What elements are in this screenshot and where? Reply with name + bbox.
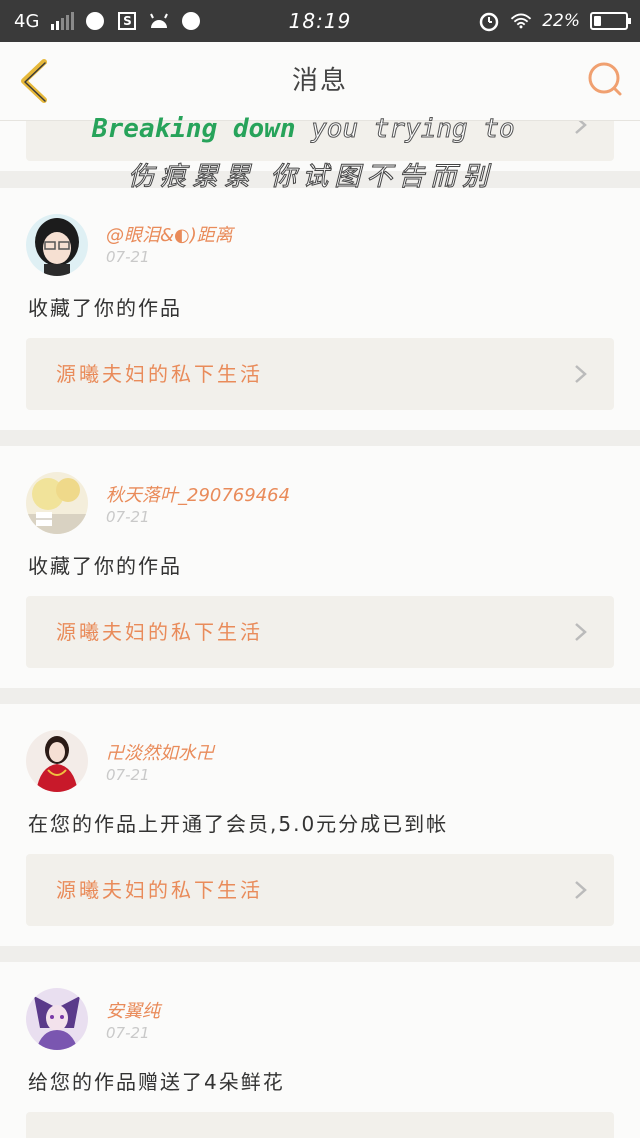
avatar[interactable] (26, 214, 88, 276)
nav-bar: 消息 (0, 42, 640, 121)
chevron-right-icon (575, 623, 587, 641)
list-item-partial (0, 121, 640, 171)
battery-icon (590, 12, 631, 30)
avatar[interactable] (26, 472, 88, 534)
status-bar: 4G S 18:19 22% (0, 0, 640, 42)
list-item: 秋天落叶_290769464 07-21 收藏了你的作品 源曦夫妇的私下生活 (0, 446, 640, 688)
alarm-icon (478, 10, 500, 32)
message-list[interactable]: @眼泪&◐)距离 07-21 收藏了你的作品 源曦夫妇的私下生活 秋天落叶_29… (0, 121, 640, 1138)
username[interactable]: 安翼纯 (106, 997, 160, 1023)
battery-percent: 22% (542, 11, 580, 31)
work-link[interactable]: 源曦夫妇的私下生活 (26, 854, 614, 926)
chevron-right-icon (575, 121, 587, 134)
list-item: 安翼纯 07-21 给您的作品赠送了4朵鲜花 源曦夫妇的私下生活 (0, 962, 640, 1138)
action-text: 在您的作品上开通了会员,5.0元分成已到帐 (28, 812, 449, 836)
chevron-right-icon (575, 881, 587, 899)
work-title: 源曦夫妇的私下生活 (56, 1112, 263, 1138)
chevron-right-icon (575, 365, 587, 383)
avatar[interactable] (26, 730, 88, 792)
work-title: 源曦夫妇的私下生活 (56, 878, 263, 902)
avatar[interactable] (26, 988, 88, 1050)
page-title: 消息 (291, 66, 348, 96)
work-link[interactable]: 源曦夫妇的私下生活 (26, 1112, 614, 1138)
date: 07-21 (106, 1024, 150, 1042)
action-text: 给您的作品赠送了4朵鲜花 (28, 1070, 285, 1094)
work-title: 源曦夫妇的私下生活 (56, 362, 263, 386)
list-item: @眼泪&◐)距离 07-21 收藏了你的作品 源曦夫妇的私下生活 (0, 188, 640, 430)
username[interactable]: 秋天落叶_290769464 (106, 481, 290, 507)
work-link[interactable] (26, 121, 614, 161)
action-text: 收藏了你的作品 (28, 554, 182, 578)
search-icon[interactable] (586, 60, 626, 100)
work-link[interactable]: 源曦夫妇的私下生活 (26, 338, 614, 410)
list-item: 卍淡然如水卍 07-21 在您的作品上开通了会员,5.0元分成已到帐 源曦夫妇的… (0, 704, 640, 946)
date: 07-21 (106, 248, 150, 266)
work-title: 源曦夫妇的私下生活 (56, 620, 263, 644)
username[interactable]: 卍淡然如水卍 (106, 739, 214, 765)
date: 07-21 (106, 766, 150, 784)
status-right: 22% (478, 0, 631, 42)
username[interactable]: @眼泪&◐)距离 (106, 221, 233, 247)
action-text: 收藏了你的作品 (28, 296, 182, 320)
work-link[interactable]: 源曦夫妇的私下生活 (26, 596, 614, 668)
wifi-icon (510, 10, 532, 32)
date: 07-21 (106, 508, 150, 526)
